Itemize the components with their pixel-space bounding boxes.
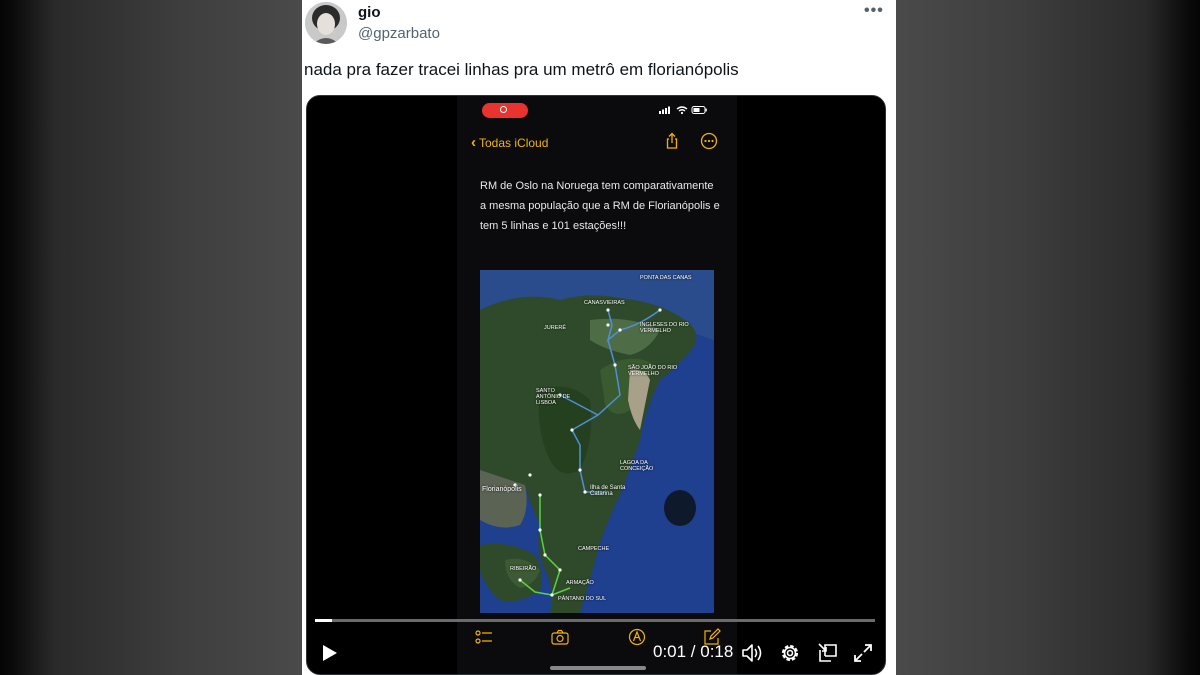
map-label-ponta: PONTA DAS CANAS [640,275,692,281]
notes-navbar: ‹ Todas iCloud [465,132,729,152]
settings-icon[interactable] [779,642,801,664]
share-icon[interactable] [663,132,681,150]
fullscreen-icon[interactable] [852,642,874,664]
background-right [896,0,1200,675]
avatar[interactable] [305,2,347,44]
map-label-ribeirao: RIBEIRÃO [510,566,537,572]
play-icon[interactable] [321,643,339,663]
metro-map-image: PONTA DAS CANAS CANASVIEIRAS JURERÊ INGL… [480,270,714,613]
map-label-armacao: ARMAÇÃO [566,580,594,586]
map-label-santo-antonio: SANTO ANTÔNIO DE LISBOA [536,388,571,406]
map-label-canasvieiras: CANASVIEIRAS [584,300,625,306]
tweet-card: gio @gpzarbato ••• nada pra fazer tracei… [302,0,896,675]
video-player[interactable]: ‹ Todas iCloud RM de Oslo na Noruega tem … [306,95,886,675]
video-controls: 0:01 / 0:18 [307,636,885,672]
map-label-jurere: JURERÊ [544,325,567,331]
video-time: 0:01 / 0:18 [653,642,734,661]
user-handle[interactable]: @gpzarbato [358,25,440,42]
map-label-ingleses: INGLESES DO RIO VERMELHO [640,322,689,334]
background-left [0,0,302,675]
map-label-sao-joao: SÃO JOÃO DO RIO VERMELHO [628,365,678,377]
note-text: RM de Oslo na Noruega tem comparativamen… [480,180,720,232]
pip-icon[interactable] [817,642,839,664]
map-label-pantano: PÂNTANO DO SUL [558,596,607,602]
phone-screen-recording: ‹ Todas iCloud RM de Oslo na Noruega tem … [457,96,737,674]
map-label-ilha: Ilha de Santa Catarina [590,485,626,497]
map-label-lagoa: LAGOA DA CONCEIÇÃO [620,460,654,472]
video-progress-bar[interactable] [315,619,875,622]
volume-icon[interactable] [741,642,763,664]
back-button[interactable]: ‹ Todas iCloud [471,134,548,151]
map-label-campeche: CAMPECHE [578,546,610,552]
more-options-icon[interactable] [700,132,718,150]
more-horizontal-icon[interactable]: ••• [864,2,884,20]
status-bar-icons [659,106,707,115]
screen-record-indicator-icon [482,103,528,118]
tweet-text: nada pra fazer tracei linhas pra um metr… [304,60,739,79]
map-label-florianopolis: Florianópolis [482,486,522,493]
display-name[interactable]: gio [358,4,381,21]
chevron-left-icon: ‹ [471,134,476,151]
back-label: Todas iCloud [479,136,549,150]
video-progress-fill [315,619,332,622]
